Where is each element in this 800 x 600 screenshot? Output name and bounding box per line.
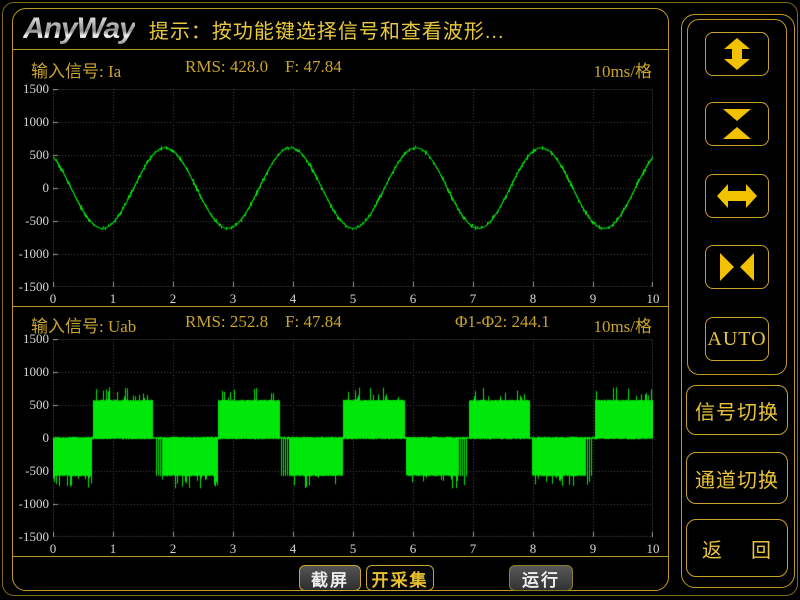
x-tick-label: 2: [158, 541, 188, 557]
panel-divider: [13, 306, 668, 307]
x-tick-label: 3: [218, 291, 248, 307]
x-tick-label: 1: [98, 541, 128, 557]
x-tick-label: 9: [578, 541, 608, 557]
return-button[interactable]: 返 回: [686, 519, 788, 577]
instrument-screen: AnyWay 提示：按功能键选择信号和查看波形... 输入信号: Ia RMS:…: [0, 0, 800, 600]
uab-phase-readout: Φ1-Φ2: 244.1: [455, 312, 550, 332]
y-tick-label: 1000: [13, 364, 49, 380]
freq-label: F:: [285, 57, 299, 76]
waveform-canvas-ia: [53, 89, 653, 287]
rms-value: 428.0: [230, 57, 268, 76]
expand-horizontal-icon: [717, 180, 757, 212]
acquire-button[interactable]: 开采集: [366, 565, 434, 591]
x-tick-label: 5: [338, 541, 368, 557]
rms-label: RMS:: [185, 57, 226, 76]
return-label-left: 返: [702, 534, 723, 563]
x-tick-label: 7: [458, 291, 488, 307]
y-tick-label: 500: [13, 147, 49, 163]
zoom-button-group: AUTO: [687, 19, 787, 375]
compress-horizontal-button[interactable]: [705, 245, 769, 289]
ia-freq-readout: F: 47.84: [285, 57, 342, 77]
ia-input-signal-label: 输入信号: Ia: [31, 57, 121, 77]
input-label: 输入信号:: [31, 62, 104, 81]
compress-vertical-icon: [717, 108, 757, 140]
uab-timebase-label: 10ms/格: [593, 312, 652, 332]
x-tick-label: 6: [398, 291, 428, 307]
x-tick-label: 10: [638, 541, 668, 557]
y-tick-label: 1500: [13, 81, 49, 97]
screenshot-button[interactable]: 截屏: [299, 565, 361, 591]
expand-vertical-icon: [717, 38, 757, 70]
y-tick-label: -500: [13, 213, 49, 229]
anyway-logo: AnyWay: [23, 12, 135, 46]
y-tick-label: 1500: [13, 331, 49, 347]
uab-freq-readout: F: 47.84: [285, 312, 342, 332]
signal-switch-button[interactable]: 信号切换: [686, 385, 788, 435]
x-tick-label: 5: [338, 291, 368, 307]
x-tick-label: 10: [638, 291, 668, 307]
ia-rms-readout: RMS: 428.0: [185, 57, 268, 77]
x-tick-label: 0: [38, 291, 68, 307]
sidebar: AUTO 信号切换 通道切换 返 回: [681, 14, 795, 588]
expand-horizontal-button[interactable]: [705, 174, 769, 218]
signal-name: Uab: [108, 317, 136, 336]
phase-value: 244.1: [512, 312, 550, 331]
y-tick-label: 0: [13, 180, 49, 196]
y-tick-label: 1000: [13, 114, 49, 130]
y-tick-label: -500: [13, 463, 49, 479]
x-tick-label: 8: [518, 291, 548, 307]
freq-label: F:: [285, 312, 299, 331]
x-tick-label: 6: [398, 541, 428, 557]
y-tick-label: 0: [13, 430, 49, 446]
x-tick-label: 9: [578, 291, 608, 307]
compress-vertical-button[interactable]: [705, 102, 769, 146]
ia-timebase-label: 10ms/格: [593, 57, 652, 77]
channel-switch-button[interactable]: 通道切换: [686, 452, 788, 504]
compress-horizontal-icon: [717, 251, 757, 283]
title-bar: AnyWay 提示：按功能键选择信号和查看波形...: [13, 9, 668, 50]
x-tick-label: 0: [38, 541, 68, 557]
uab-input-signal-label: 输入信号: Uab: [31, 312, 136, 332]
x-tick-label: 4: [278, 291, 308, 307]
x-tick-label: 7: [458, 541, 488, 557]
run-button[interactable]: 运行: [509, 565, 573, 591]
x-tick-label: 8: [518, 541, 548, 557]
hint-text: 提示：按功能键选择信号和查看波形...: [149, 15, 505, 44]
signal-name: Ia: [108, 62, 121, 81]
waveform-canvas-uab: [53, 339, 653, 537]
y-tick-label: -1000: [13, 496, 49, 512]
return-label-right: 回: [751, 534, 772, 563]
rms-label: RMS:: [185, 312, 226, 331]
x-tick-label: 1: [98, 291, 128, 307]
y-tick-label: 500: [13, 397, 49, 413]
freq-value: 47.84: [303, 57, 341, 76]
x-tick-label: 2: [158, 291, 188, 307]
bottom-bar-divider: [13, 556, 668, 557]
main-panel: AnyWay 提示：按功能键选择信号和查看波形... 输入信号: Ia RMS:…: [12, 8, 669, 591]
x-tick-label: 3: [218, 541, 248, 557]
expand-vertical-button[interactable]: [705, 32, 769, 76]
x-tick-label: 4: [278, 541, 308, 557]
phase-label: Φ1-Φ2:: [455, 312, 507, 331]
freq-value: 47.84: [303, 312, 341, 331]
auto-button[interactable]: AUTO: [705, 317, 769, 361]
uab-rms-readout: RMS: 252.8: [185, 312, 268, 332]
y-tick-label: -1000: [13, 246, 49, 262]
rms-value: 252.8: [230, 312, 268, 331]
